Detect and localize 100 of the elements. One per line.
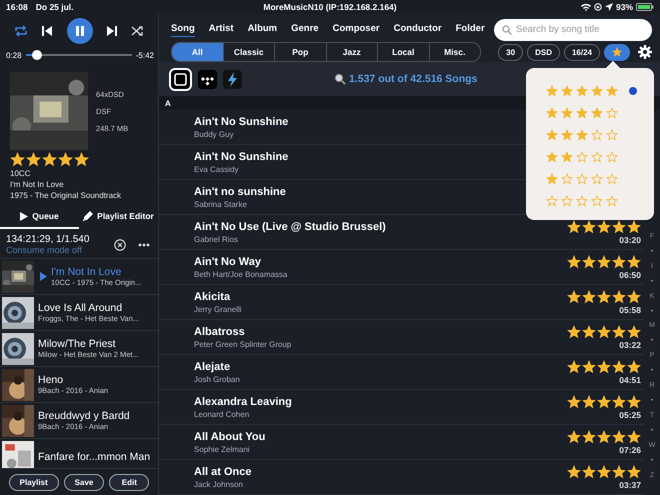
filter-button[interactable]: 30 [498,44,524,60]
star-icon [627,430,641,444]
song-duration: 05:25 [619,410,641,420]
star-icon [561,107,573,119]
settings-icon[interactable] [638,45,652,59]
queue-title: I'm Not In Love [51,266,122,278]
star-icon [591,151,603,163]
shuffle-icon[interactable] [131,25,144,37]
battery-icon [636,3,654,11]
pause-button[interactable] [66,18,92,44]
search-icon [502,24,512,34]
song-row[interactable]: Albatross Peter Green Splinter Group 03:22 [159,320,644,355]
song-row[interactable]: Ain't No Way Beth Hart/Joe Bonamassa 06:50 [159,250,644,285]
star-icon [576,129,588,141]
category-tab[interactable]: Local [377,43,428,61]
song-title: Ain't no sunshine [194,186,286,198]
star-icon [546,173,558,185]
star-icon [612,464,626,478]
filter-button[interactable]: DSD [527,44,560,60]
queue-title: Fanfare for...mmon Man [38,450,150,462]
star-icon [627,290,641,304]
category-tab[interactable]: Pop [274,43,326,61]
browse-tab[interactable]: Folder [456,22,485,36]
star-icon [546,85,558,97]
song-row[interactable]: All About You Sophie Zelmani 07:26 [159,425,644,460]
search-field[interactable]: Search by song title [494,18,652,40]
song-row[interactable]: Alexandra Leaving Leonard Cohen 05:25 [159,390,644,425]
category-tab[interactable]: Classic [222,43,274,61]
wifi-icon [580,3,591,11]
selected-dot-icon [629,87,637,95]
star-icon [546,195,558,207]
rating-filter-button[interactable] [604,44,630,60]
queue-summary: 134:21:29, 1/1.540 [6,234,90,245]
song-duration: 04:51 [619,374,641,384]
star-icon [561,151,573,163]
filter-button[interactable]: 16/24 [564,44,600,60]
category-tab[interactable]: All [172,43,222,61]
song-artist: Beth Hart/Joe Bonamassa [194,270,288,278]
star-icon [597,394,611,408]
star-icon [597,360,611,374]
queue-button[interactable]: Save [64,474,104,490]
song-row[interactable]: Alejate Josh Groban 04:51 [159,355,644,390]
consume-mode[interactable]: Consume mode off [6,245,102,255]
next-icon[interactable] [106,25,118,37]
star-icon [567,394,581,408]
browse-tab[interactable]: Composer [332,22,380,36]
star-icon [576,107,588,119]
star-icon [612,254,626,268]
star-icon [597,220,611,234]
star-icon [26,152,41,167]
star-icon [582,430,596,444]
slider-thumb[interactable] [32,50,42,60]
queue-button[interactable]: Playlist [8,474,59,490]
star-icon [582,290,596,304]
browse-tab[interactable]: Album [248,22,278,36]
star-icon [597,464,611,478]
browse-tab[interactable]: Genre [291,22,319,36]
star-icon [627,394,641,408]
category-tab[interactable]: Jazz [326,43,377,61]
star-icon [627,220,641,234]
song-title: Ain't No Sunshine [194,116,288,128]
clear-icon[interactable] [114,238,126,250]
repeat-icon[interactable] [14,25,28,37]
song-row[interactable]: All at Once Jack Johnson 03:37 [159,460,644,495]
square-icon[interactable] [169,68,192,90]
star-icon [567,464,581,478]
star-icon [627,254,641,268]
song-artist: Peter Green Splinter Group [194,340,292,348]
star-icon [591,129,603,141]
song-duration: 06:50 [619,270,641,280]
song-row[interactable]: Akicita Jerry Granelli 05:58 [159,285,644,320]
panel-tab[interactable]: Playlist Editor [79,205,158,229]
star-icon [612,220,626,234]
song-title: All About You [194,430,266,442]
queue-button[interactable]: Edit [109,474,150,490]
browse-tab[interactable]: Artist [208,22,234,36]
song-title: Akicita [194,290,232,302]
song-artist: Sophie Zelmani [194,444,251,454]
star-icon [612,290,626,304]
song-title: Ain't No Use (Live @ Studio Brussel) [194,220,386,232]
star-icon [582,254,596,268]
star-icon [576,85,588,97]
artist-name: 10CC [10,168,32,179]
star-icon [612,360,626,374]
star-icon [612,430,626,444]
star-icon [606,107,618,119]
star-icon [567,430,581,444]
category-tab[interactable]: Misc. [428,43,480,61]
browse-tab[interactable]: Song [171,22,195,36]
star-icon [597,254,611,268]
song-title: Alexandra Leaving [194,396,292,408]
lightning-icon[interactable] [223,70,242,88]
panel-tab[interactable]: Queue [0,205,79,229]
previous-icon[interactable] [41,25,54,37]
more-icon[interactable] [138,242,150,246]
dots-icon[interactable] [198,70,217,88]
browse-tab[interactable]: Conductor [394,22,442,36]
star-icon [567,220,581,234]
song-artist: Buddy Guy [194,130,235,138]
song-title: Ain't No Way [194,256,262,268]
